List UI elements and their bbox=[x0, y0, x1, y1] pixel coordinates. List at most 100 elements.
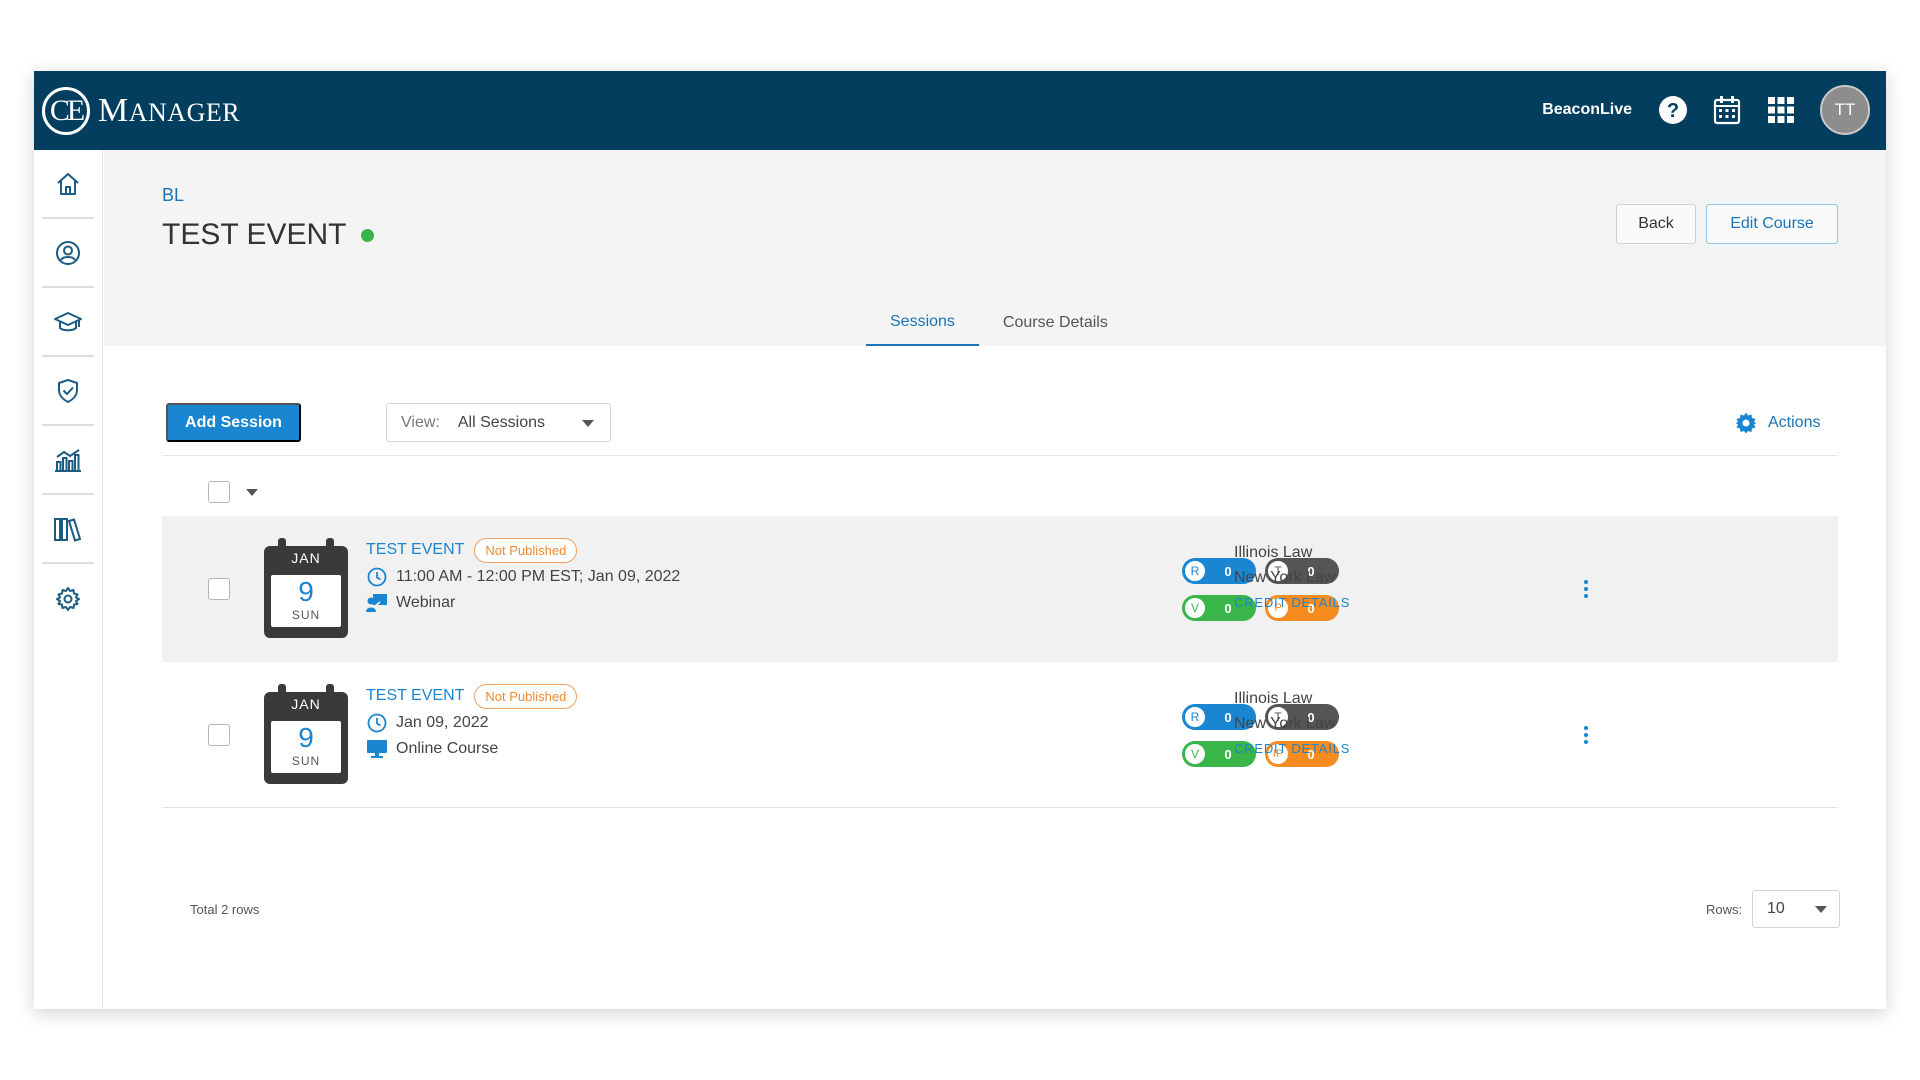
back-button[interactable]: Back bbox=[1616, 204, 1696, 244]
tab-bar: Sessions Course Details bbox=[866, 300, 1132, 346]
table-row: JAN 9 SUN TEST EVENT Not Published 11:00… bbox=[162, 516, 1838, 662]
counter-letter: V bbox=[1184, 597, 1206, 619]
row-menu-icon[interactable] bbox=[1576, 574, 1596, 604]
session-type: Online Course bbox=[366, 736, 577, 762]
chevron-down-icon bbox=[582, 420, 594, 427]
user-avatar[interactable]: TT bbox=[1820, 85, 1870, 135]
rows-per-page-value: 10 bbox=[1767, 900, 1785, 917]
webinar-icon bbox=[366, 592, 388, 614]
active-status-dot bbox=[361, 228, 375, 242]
home-icon bbox=[57, 172, 79, 195]
sidebar-item-settings[interactable] bbox=[42, 564, 94, 633]
calendar-weekday: SUN bbox=[291, 608, 321, 622]
calendar-month: JAN bbox=[291, 550, 321, 566]
calendar-day: 9 bbox=[298, 576, 314, 607]
tab-course-details[interactable]: Course Details bbox=[979, 300, 1132, 346]
view-filter-select[interactable]: View: All Sessions bbox=[386, 403, 611, 442]
session-type-text: Webinar bbox=[396, 594, 456, 611]
org-name[interactable]: BeaconLive bbox=[1542, 101, 1632, 119]
app-window: CE MANAGER BeaconLive ? TT BL TEST EVENT… bbox=[34, 71, 1886, 1009]
calendar-weekday: SUN bbox=[291, 754, 321, 768]
table-bottom-divider bbox=[162, 807, 1838, 808]
user-circle-icon bbox=[56, 240, 80, 265]
tab-sessions[interactable]: Sessions bbox=[866, 300, 979, 346]
session-time-text: Jan 09, 2022 bbox=[396, 714, 489, 731]
credit-types: Illinois Law New York Law CREDIT DETAILS bbox=[1234, 540, 1350, 610]
session-title-line: TEST EVENT Not Published bbox=[366, 682, 578, 710]
logo-rest: ANAGER bbox=[128, 98, 241, 127]
session-type: Webinar bbox=[366, 590, 680, 616]
calendar-page: 9 SUN bbox=[271, 575, 341, 627]
sidebar-item-reports[interactable] bbox=[42, 426, 94, 495]
topbar-right: BeaconLive ? TT bbox=[1542, 85, 1870, 135]
session-date-calendar: JAN 9 SUN bbox=[264, 538, 348, 638]
graduation-cap-icon bbox=[54, 311, 82, 331]
breadcrumb[interactable]: BL bbox=[162, 185, 184, 206]
rows-per-page-select[interactable]: 10 bbox=[1752, 890, 1840, 928]
chevron-down-icon bbox=[1815, 906, 1827, 913]
logo-initial: M bbox=[98, 92, 129, 129]
shield-check-icon bbox=[58, 378, 78, 403]
sidebar-item-compliance[interactable] bbox=[42, 357, 94, 426]
library-icon bbox=[54, 517, 82, 542]
select-all-checkbox[interactable] bbox=[208, 481, 230, 503]
sidebar-item-users[interactable] bbox=[42, 219, 94, 288]
counter-letter: R bbox=[1184, 560, 1206, 582]
session-info: TEST EVENT Not Published Jan 09, 2022 On… bbox=[366, 682, 578, 762]
calendar-icon[interactable] bbox=[1712, 95, 1742, 125]
help-circle-icon[interactable]: ? bbox=[1658, 95, 1688, 125]
credit-details-link[interactable]: CREDIT DETAILS bbox=[1234, 595, 1350, 610]
select-menu-caret-icon[interactable] bbox=[246, 489, 258, 497]
sidebar bbox=[34, 150, 103, 1009]
session-info: TEST EVENT Not Published 11:00 AM - 12:0… bbox=[366, 536, 680, 616]
credit-type: Illinois Law bbox=[1234, 690, 1313, 707]
sidebar-item-courses[interactable] bbox=[42, 288, 94, 357]
session-title-link[interactable]: TEST EVENT bbox=[366, 687, 464, 705]
row-menu-icon[interactable] bbox=[1576, 720, 1596, 750]
calendar-page: 9 SUN bbox=[271, 721, 341, 773]
rows-per-page-label: Rows: bbox=[1706, 902, 1743, 917]
ce-manager-logo[interactable]: CE MANAGER bbox=[42, 85, 240, 137]
calendar-day: 9 bbox=[298, 722, 314, 753]
session-time-text: 11:00 AM - 12:00 PM EST; Jan 09, 2022 bbox=[396, 568, 681, 585]
row-checkbox[interactable] bbox=[208, 578, 230, 600]
counter-letter: V bbox=[1184, 743, 1206, 765]
session-time: Jan 09, 2022 bbox=[366, 710, 577, 736]
apps-grid-icon[interactable] bbox=[1766, 95, 1796, 125]
clock-icon bbox=[366, 566, 388, 588]
actions-button[interactable]: Actions bbox=[1734, 409, 1820, 437]
edit-course-button[interactable]: Edit Course bbox=[1706, 204, 1838, 244]
chart-icon bbox=[55, 448, 81, 472]
add-session-button[interactable]: Add Session bbox=[166, 403, 301, 442]
session-title-line: TEST EVENT Not Published bbox=[366, 536, 680, 564]
credit-type: Illinois Law bbox=[1234, 544, 1313, 561]
svg-text:?: ? bbox=[1667, 100, 1679, 122]
credit-details-link[interactable]: CREDIT DETAILS bbox=[1234, 741, 1350, 756]
sidebar-item-home[interactable] bbox=[42, 150, 94, 219]
session-title-link[interactable]: TEST EVENT bbox=[366, 541, 464, 559]
status-badge: Not Published bbox=[474, 537, 578, 563]
main-content: BL TEST EVENT Back Edit Course Sessions … bbox=[104, 150, 1886, 1009]
credit-type: New York Law bbox=[1234, 715, 1336, 732]
top-navbar: CE MANAGER BeaconLive ? TT bbox=[34, 71, 1886, 150]
total-rows-text: Total 2 rows bbox=[190, 902, 260, 917]
clock-icon bbox=[366, 712, 388, 734]
page-title-text: TEST EVENT bbox=[162, 218, 347, 251]
session-time: 11:00 AM - 12:00 PM EST; Jan 09, 2022 bbox=[366, 564, 680, 590]
actions-label: Actions bbox=[1768, 414, 1821, 431]
monitor-icon bbox=[366, 738, 388, 760]
page-title: TEST EVENT bbox=[162, 218, 375, 252]
session-date-calendar: JAN 9 SUN bbox=[264, 684, 348, 784]
toolbar-divider bbox=[162, 455, 1838, 456]
row-checkbox[interactable] bbox=[208, 724, 230, 746]
credit-type: New York Law bbox=[1234, 569, 1336, 586]
credit-types: Illinois Law New York Law CREDIT DETAILS bbox=[1234, 686, 1350, 756]
logo-mark: CE bbox=[42, 87, 90, 135]
gear-icon bbox=[56, 586, 80, 611]
calendar-month: JAN bbox=[291, 696, 321, 712]
course-header: BL TEST EVENT Back Edit Course Sessions … bbox=[104, 150, 1886, 346]
view-filter-value: All Sessions bbox=[457, 413, 545, 431]
sidebar-item-library[interactable] bbox=[42, 495, 94, 564]
view-filter-label: View: bbox=[401, 413, 440, 431]
gear-icon bbox=[1735, 412, 1757, 434]
